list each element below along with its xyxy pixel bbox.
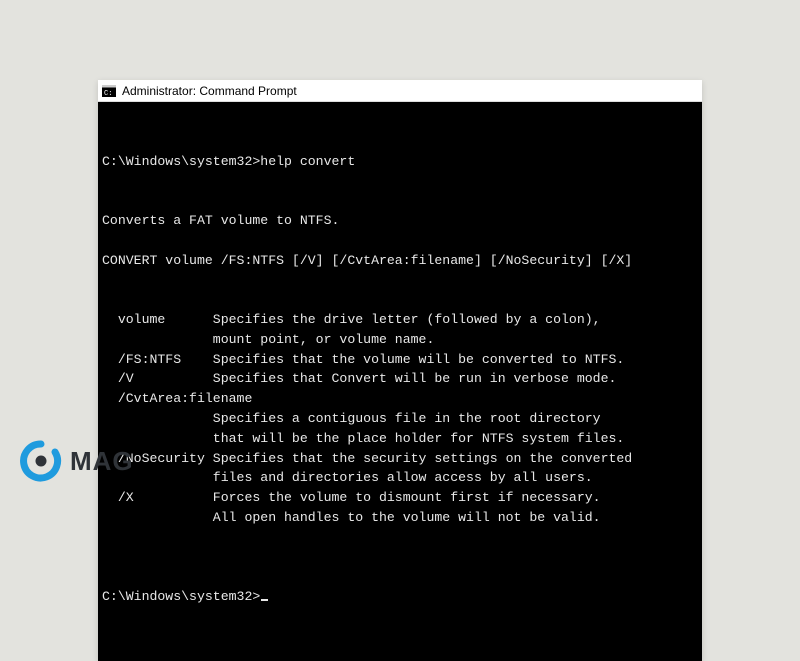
output-line: Specifies a contiguous file in the root … <box>102 409 698 429</box>
window-title: Administrator: Command Prompt <box>122 84 297 98</box>
cursor <box>261 599 268 601</box>
titlebar[interactable]: C: Administrator: Command Prompt <box>98 80 702 102</box>
output-line: /NoSecurity Specifies that the security … <box>102 449 698 469</box>
output-line: All open handles to the volume will not … <box>102 508 698 528</box>
prompt-line-2: C:\Windows\system32> <box>102 587 698 607</box>
cmd-icon: C: <box>102 84 116 98</box>
output-line: /CvtArea:filename <box>102 389 698 409</box>
output-line: /X Forces the volume to dismount first i… <box>102 488 698 508</box>
output-line: mount point, or volume name. <box>102 330 698 350</box>
output-line: volume Specifies the drive letter (follo… <box>102 310 698 330</box>
output-line: CONVERT volume /FS:NTFS [/V] [/CvtArea:f… <box>102 251 698 271</box>
brand-logo: MAG <box>20 440 134 482</box>
terminal-body[interactable]: C:\Windows\system32>help convert Convert… <box>98 102 702 661</box>
output-line <box>102 290 698 310</box>
output-line: /V Specifies that Convert will be run in… <box>102 369 698 389</box>
svg-text:C:: C: <box>104 90 112 97</box>
command-prompt-window: C: Administrator: Command Prompt C:\Wind… <box>98 80 702 661</box>
command-1: help convert <box>260 154 355 169</box>
output-line <box>102 528 698 548</box>
prompt-line-1: C:\Windows\system32>help convert <box>102 152 698 172</box>
output-line: that will be the place holder for NTFS s… <box>102 429 698 449</box>
prompt-1: C:\Windows\system32> <box>102 154 260 169</box>
output-line: files and directories allow access by al… <box>102 468 698 488</box>
output-line <box>102 270 698 290</box>
logo-text: MAG <box>70 446 134 477</box>
output-line: /FS:NTFS Specifies that the volume will … <box>102 350 698 370</box>
prompt-2: C:\Windows\system32> <box>102 589 260 604</box>
output-line: Converts a FAT volume to NTFS. <box>102 211 698 231</box>
command-output: Converts a FAT volume to NTFS. CONVERT v… <box>102 211 698 548</box>
output-line <box>102 231 698 251</box>
logo-mark-icon <box>20 440 62 482</box>
